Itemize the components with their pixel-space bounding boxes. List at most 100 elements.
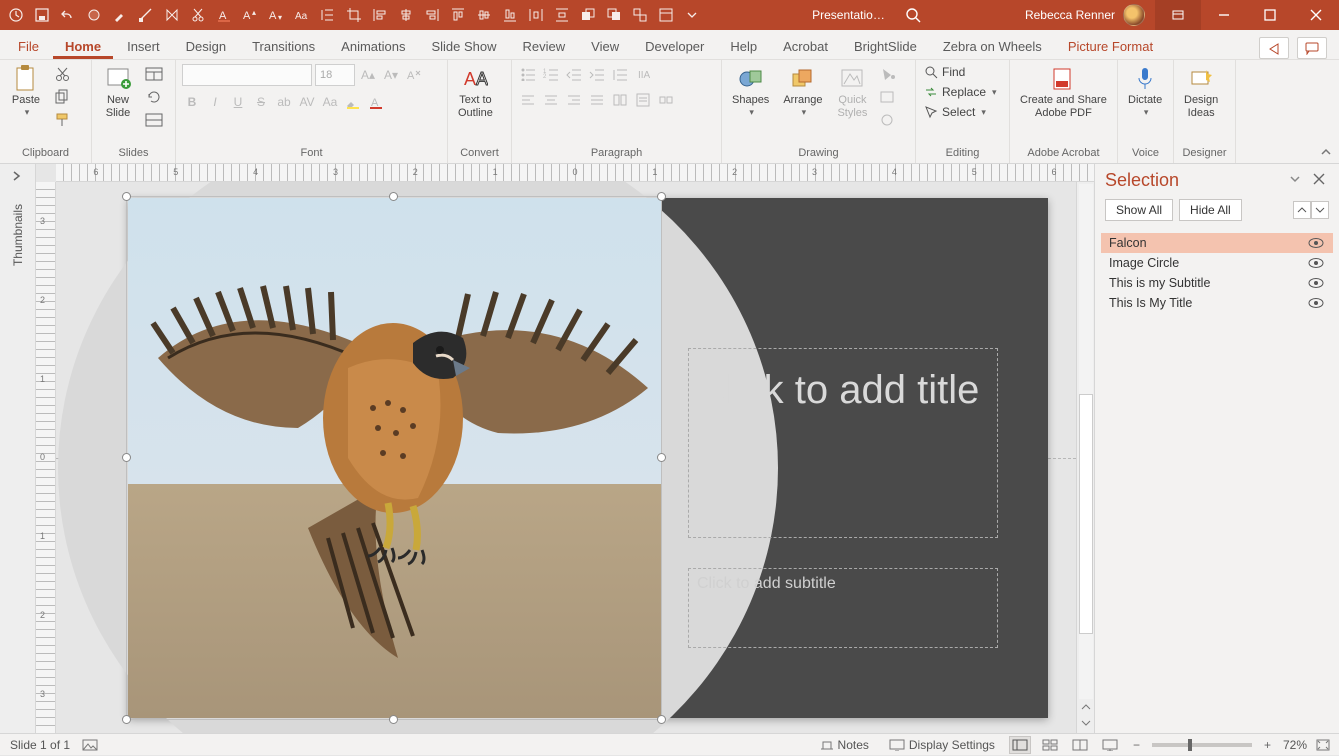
visibility-toggle-icon[interactable] (1307, 296, 1325, 310)
handle-sw[interactable] (122, 715, 131, 724)
close-pane-icon[interactable] (1313, 173, 1329, 189)
indent-inc-icon[interactable] (587, 64, 607, 84)
hide-all-button[interactable]: Hide All (1179, 199, 1242, 221)
next-slide-icon[interactable] (1080, 717, 1092, 733)
scroll-thumb[interactable] (1079, 394, 1093, 634)
handle-s[interactable] (389, 715, 398, 724)
layout-icon[interactable] (144, 64, 164, 84)
shape-fill-icon[interactable] (878, 64, 898, 84)
sorter-view-icon[interactable] (1039, 736, 1061, 754)
tab-transitions[interactable]: Transitions (240, 33, 327, 59)
thumbnails-label[interactable]: Thumbnails (11, 204, 25, 266)
handle-w[interactable] (122, 453, 131, 462)
font-color-mini-icon[interactable]: A (366, 92, 386, 112)
align-left-icon[interactable] (372, 7, 388, 23)
autosave-icon[interactable] (8, 7, 24, 23)
zoom-slider[interactable] (1152, 743, 1252, 747)
smartart-icon[interactable] (656, 90, 676, 110)
visibility-toggle-icon[interactable] (1307, 276, 1325, 290)
minimize-button[interactable] (1201, 0, 1247, 30)
pane-options-icon[interactable] (1289, 173, 1305, 189)
group-icon[interactable] (632, 7, 648, 23)
paste-button[interactable]: Paste ▾ (6, 64, 46, 119)
shapes-button[interactable]: Shapes▾ (728, 64, 773, 119)
tab-review[interactable]: Review (511, 33, 578, 59)
bring-forward-icon[interactable] (580, 7, 596, 23)
share-button[interactable] (1259, 37, 1289, 59)
bold-icon[interactable]: B (182, 92, 202, 112)
highlight-icon[interactable] (343, 92, 363, 112)
selection-item-falcon[interactable]: Falcon (1101, 233, 1333, 253)
prev-slide-icon[interactable] (1080, 701, 1092, 717)
shadow-icon[interactable]: ab (274, 92, 294, 112)
tab-zebra[interactable]: Zebra on Wheels (931, 33, 1054, 59)
tab-animations[interactable]: Animations (329, 33, 417, 59)
format-painter-icon[interactable] (52, 110, 72, 130)
handle-nw[interactable] (122, 192, 131, 201)
tab-brightslide[interactable]: BrightSlide (842, 33, 929, 59)
text-to-outline-button[interactable]: AA Text to Outline (454, 64, 497, 121)
align-left-mini-icon[interactable] (518, 90, 538, 110)
shape-outline-icon[interactable] (878, 87, 898, 107)
font-size-box[interactable]: 18 (315, 64, 355, 86)
find-button[interactable]: Find (922, 64, 999, 80)
visibility-toggle-icon[interactable] (1307, 256, 1325, 270)
create-pdf-button[interactable]: Create and Share Adobe PDF (1016, 64, 1111, 121)
selection-pane-icon[interactable] (658, 7, 674, 23)
tab-file[interactable]: File (6, 33, 51, 59)
handle-e[interactable] (657, 453, 666, 462)
change-case-icon[interactable]: Aa (294, 7, 310, 23)
zoom-thumb[interactable] (1188, 739, 1192, 751)
cut-mini-icon[interactable] (52, 64, 72, 84)
copy-mini-icon[interactable] (52, 87, 72, 107)
char-spacing-icon[interactable]: AV (297, 92, 317, 112)
slideshow-view-icon[interactable] (1099, 736, 1121, 754)
notes-button[interactable]: Notes (814, 734, 875, 756)
flip-h-icon[interactable] (164, 7, 180, 23)
handle-ne[interactable] (657, 192, 666, 201)
tab-view[interactable]: View (579, 33, 631, 59)
reading-view-icon[interactable] (1069, 736, 1091, 754)
handle-se[interactable] (657, 715, 666, 724)
zoom-level[interactable]: 72% (1283, 738, 1307, 752)
tab-help[interactable]: Help (718, 33, 769, 59)
selection-item-subtitle[interactable]: This is my Subtitle (1101, 273, 1333, 293)
search-icon[interactable] (905, 7, 921, 23)
move-up-icon[interactable] (1293, 201, 1311, 219)
show-all-button[interactable]: Show All (1105, 199, 1173, 221)
change-case-mini-icon[interactable]: Aa (320, 92, 340, 112)
design-ideas-button[interactable]: Design Ideas (1180, 64, 1222, 121)
font-name-box[interactable] (182, 64, 312, 86)
horizontal-ruler[interactable]: 6543210123456 (56, 164, 1094, 182)
picture-selection-box[interactable] (126, 196, 662, 720)
align-top-icon[interactable] (450, 7, 466, 23)
send-backward-icon[interactable] (606, 7, 622, 23)
shape-effects-icon[interactable] (878, 110, 898, 130)
strike-icon[interactable]: S (251, 92, 271, 112)
bullets-icon[interactable] (518, 64, 538, 84)
font-inc-icon[interactable]: A▴ (242, 7, 258, 23)
text-direction-icon[interactable]: IIA (633, 64, 653, 84)
tab-slideshow[interactable]: Slide Show (419, 33, 508, 59)
handle-n[interactable] (389, 192, 398, 201)
move-down-icon[interactable] (1311, 201, 1329, 219)
columns-icon[interactable] (610, 90, 630, 110)
justify-icon[interactable] (587, 90, 607, 110)
fit-to-window-icon[interactable] (1315, 738, 1331, 752)
line-spacing-mini-icon[interactable] (610, 64, 630, 84)
align-right-mini-icon[interactable] (564, 90, 584, 110)
align-right-icon[interactable] (424, 7, 440, 23)
title-placeholder[interactable]: Click to add title (688, 348, 998, 538)
vertical-ruler[interactable]: 3210123 (36, 182, 56, 733)
save-icon[interactable] (34, 7, 50, 23)
zoom-in-icon[interactable]: + (1260, 738, 1275, 752)
replace-button[interactable]: Replace▾ (922, 84, 999, 100)
ribbon-display-options[interactable] (1155, 0, 1201, 30)
display-settings-button[interactable]: Display Settings (883, 734, 1001, 756)
visibility-toggle-icon[interactable] (1307, 236, 1325, 250)
maximize-button[interactable] (1247, 0, 1293, 30)
normal-view-icon[interactable] (1009, 736, 1031, 754)
arrange-button[interactable]: Arrange▾ (779, 64, 826, 119)
tab-picture-format[interactable]: Picture Format (1056, 33, 1165, 59)
indent-dec-icon[interactable] (564, 64, 584, 84)
